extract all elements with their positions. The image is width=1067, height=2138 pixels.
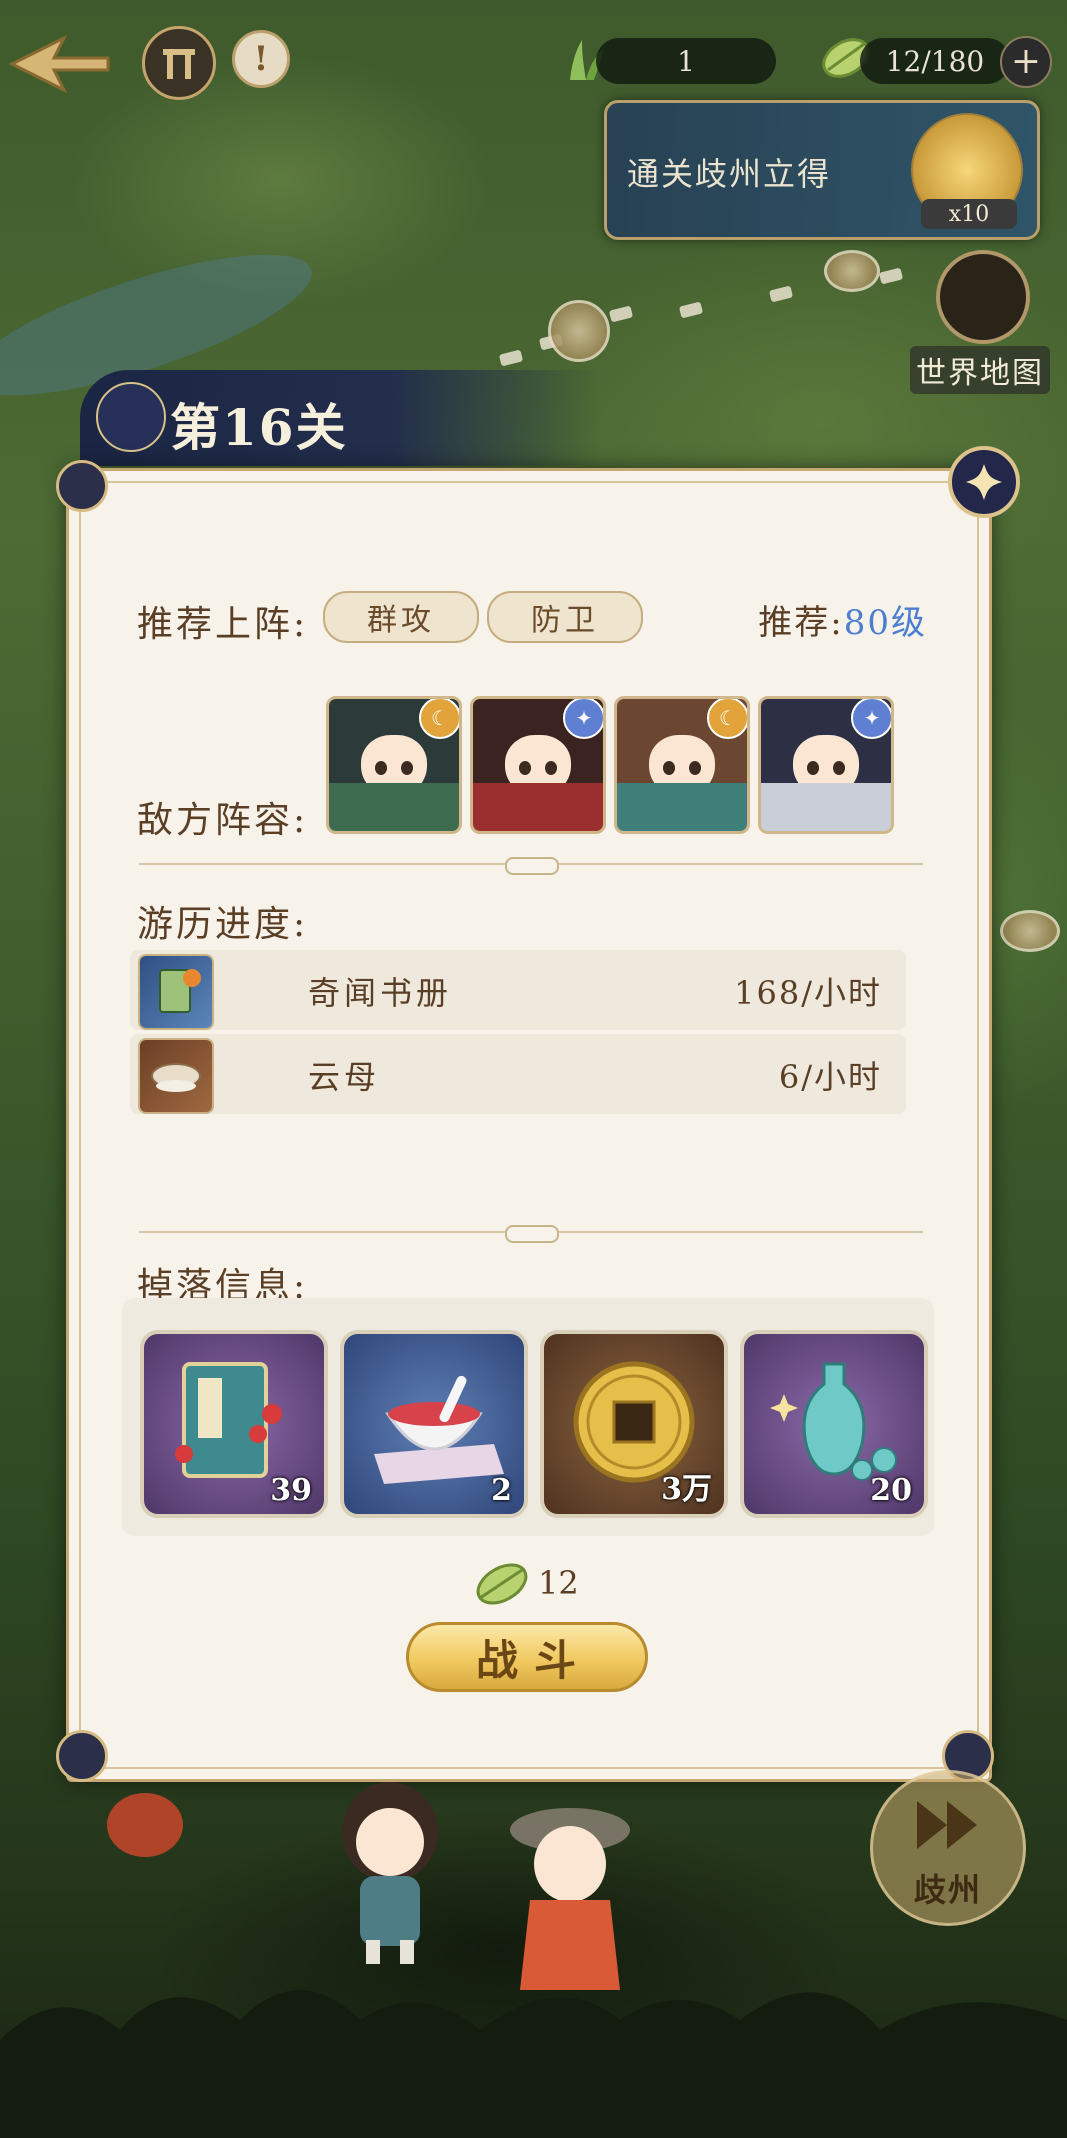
counter-display: 1 xyxy=(596,38,776,84)
lantern-icon xyxy=(107,1793,183,1857)
map-node[interactable] xyxy=(824,250,880,292)
world-map-icon xyxy=(936,250,1030,344)
quest-reward-count: x10 xyxy=(921,199,1017,229)
player-character xyxy=(342,1782,438,1964)
map-path-dot xyxy=(498,349,524,367)
drop-item[interactable]: 39 xyxy=(140,1330,328,1518)
drop-quantity: 20 xyxy=(870,1473,912,1508)
map-path-dot xyxy=(768,285,794,303)
moon-icon: ☾ xyxy=(419,699,459,739)
enemy-portrait[interactable]: ✦ xyxy=(470,696,606,834)
enemy-portrait[interactable]: ☾ xyxy=(614,696,750,834)
star-icon: ✦ xyxy=(851,699,891,739)
enemy-portrait[interactable]: ✦ xyxy=(758,696,894,834)
recommend-tag: 防卫 xyxy=(487,591,643,643)
progress-row: 云母 6/小时 xyxy=(130,1034,906,1114)
level-title: 第16关 xyxy=(170,398,348,457)
moon-icon: ☾ xyxy=(707,699,747,739)
info-icon[interactable]: ! xyxy=(232,30,290,88)
world-map-label: 世界地图 xyxy=(910,346,1050,394)
next-stage-label: 歧州 xyxy=(913,1871,982,1909)
enemy-label: 敌方阵容: xyxy=(137,800,309,841)
enemy-robe xyxy=(761,783,891,831)
enemy-robe xyxy=(329,783,459,831)
recommend-level-value: 80级 xyxy=(843,603,927,643)
book-icon xyxy=(138,954,214,1030)
drop-item[interactable]: 2 xyxy=(340,1330,528,1518)
recommend-label: 推荐上阵: xyxy=(137,604,309,645)
quest-text: 通关歧州立得 xyxy=(627,155,832,193)
level-emblem-icon xyxy=(96,382,166,452)
world-map-button[interactable]: 世界地图 xyxy=(910,250,1050,394)
progress-rate: 168/小时 xyxy=(734,974,882,1012)
enemy-robe xyxy=(617,783,747,831)
divider-knot xyxy=(505,1225,559,1243)
map-node[interactable] xyxy=(548,300,610,362)
recommend-level: 推荐:80级 xyxy=(758,595,927,644)
back-arrow-icon xyxy=(8,34,110,94)
close-button[interactable] xyxy=(948,446,1020,518)
cost-value: 12 xyxy=(538,1564,579,1602)
enemy-portrait[interactable]: ☾ xyxy=(326,696,462,834)
progress-name: 奇闻书册 xyxy=(308,974,453,1012)
gate-button[interactable] xyxy=(142,26,216,100)
drop-item[interactable]: 20 xyxy=(740,1330,928,1518)
drop-quantity: 39 xyxy=(270,1473,312,1508)
foliage-silhouette xyxy=(0,1990,1067,2138)
drop-quantity: 3万 xyxy=(661,1472,712,1507)
close-icon xyxy=(966,464,1002,500)
recommend-level-prefix: 推荐: xyxy=(758,603,844,643)
back-button[interactable] xyxy=(4,24,114,104)
stamina-display: 12/180 xyxy=(860,38,1010,84)
corner-ornament xyxy=(56,1730,108,1782)
map-path-dot xyxy=(678,301,704,319)
divider-knot xyxy=(505,857,559,875)
map-path-dot xyxy=(608,305,634,323)
progress-name: 云母 xyxy=(308,1058,381,1096)
map-node[interactable] xyxy=(1000,910,1060,952)
map-path-dot xyxy=(878,267,904,285)
add-stamina-button[interactable]: + xyxy=(1000,36,1052,88)
progress-rate: 6/小时 xyxy=(778,1058,882,1096)
recommend-tag: 群攻 xyxy=(323,591,479,643)
fast-forward-icon xyxy=(917,1801,977,1849)
leaf-icon xyxy=(476,1563,528,1605)
mica-icon xyxy=(138,1038,214,1114)
next-stage-button[interactable]: 歧州 xyxy=(870,1770,1026,1926)
drop-item[interactable]: 3万 xyxy=(540,1330,728,1518)
enemy-robe xyxy=(473,783,603,831)
progress-row: 奇闻书册 168/小时 xyxy=(130,950,906,1030)
star-icon: ✦ xyxy=(563,699,603,739)
gate-icon xyxy=(163,49,195,79)
fight-button[interactable]: 战斗 xyxy=(406,1622,648,1692)
drop-quantity: 2 xyxy=(491,1473,512,1508)
corner-ornament xyxy=(56,460,108,512)
stamina-cost: 12 xyxy=(470,1558,579,1608)
progress-label: 游历进度: xyxy=(137,904,309,945)
quest-banner[interactable]: 通关歧州立得 x10 xyxy=(604,100,1040,240)
level-header: 第16关 xyxy=(80,370,600,466)
